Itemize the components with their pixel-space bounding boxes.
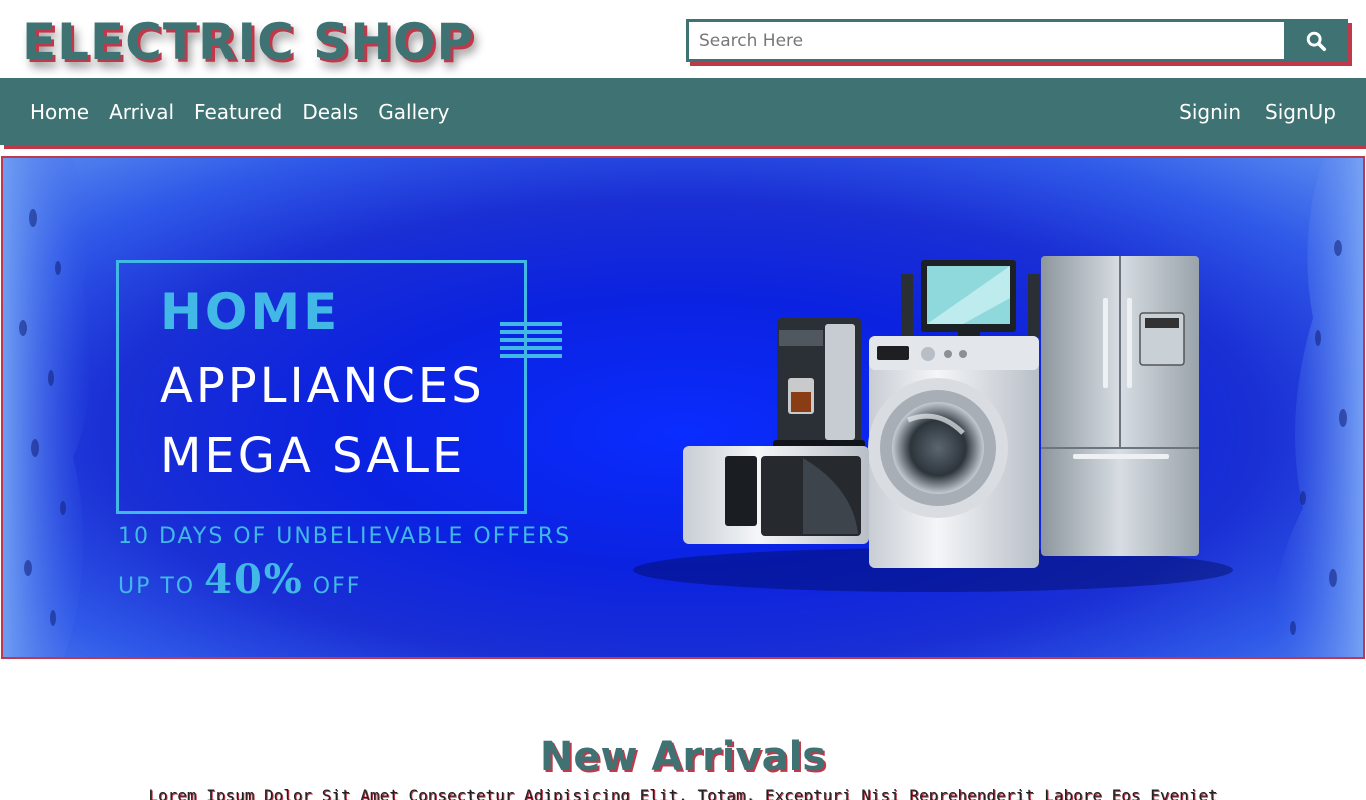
- search-input[interactable]: [686, 19, 1284, 62]
- section-title-new-arrivals: New Arrivals: [539, 734, 827, 780]
- promo-headline-line2: APPLIANCES: [160, 358, 485, 414]
- promo-subtitle-line1: 10 DAYS OF UNBELIEVABLE OFFERS: [118, 524, 572, 549]
- refrigerator-illustration: [1041, 256, 1199, 556]
- microwave-illustration: [683, 446, 869, 544]
- nav-link-featured[interactable]: Featured: [194, 100, 282, 124]
- section-description: Lorem Ipsum Dolor Sit Amet Consectetur A…: [148, 786, 1218, 800]
- coffee-machine-illustration: [773, 318, 865, 448]
- nav-link-gallery[interactable]: Gallery: [378, 100, 449, 124]
- promo-subtitle-line2: UP TO 40% OFF: [118, 556, 361, 603]
- nav-account-links: Signin SignUp: [1155, 78, 1336, 145]
- search-bar: [686, 19, 1348, 62]
- nav-link-signup[interactable]: SignUp: [1265, 100, 1336, 124]
- search-icon: [1306, 31, 1327, 51]
- nav-link-home[interactable]: Home: [30, 100, 89, 124]
- hero-banner[interactable]: HOME APPLIANCES MEGA SALE 10 DAYS OF UNB…: [1, 156, 1365, 659]
- site-logo[interactable]: ELECTRIC SHOP: [22, 12, 474, 72]
- washing-machine-illustration: [868, 336, 1039, 568]
- promo-headline-line3: MEGA SALE: [160, 428, 466, 484]
- promo-discount-suffix: OFF: [303, 574, 362, 599]
- promo-discount-value: 40%: [204, 556, 304, 603]
- search-button[interactable]: [1284, 19, 1348, 62]
- main-navbar: Home Arrival Featured Deals Gallery Sign…: [0, 78, 1366, 145]
- nav-link-deals[interactable]: Deals: [302, 100, 358, 124]
- promo-headline-line1: HOME: [160, 283, 341, 341]
- nav-link-arrival[interactable]: Arrival: [109, 100, 174, 124]
- television-illustration: [901, 260, 1040, 338]
- nav-primary-links: Home Arrival Featured Deals Gallery: [30, 78, 470, 145]
- nav-link-signin[interactable]: Signin: [1179, 100, 1241, 124]
- promo-discount-prefix: UP TO: [118, 574, 205, 599]
